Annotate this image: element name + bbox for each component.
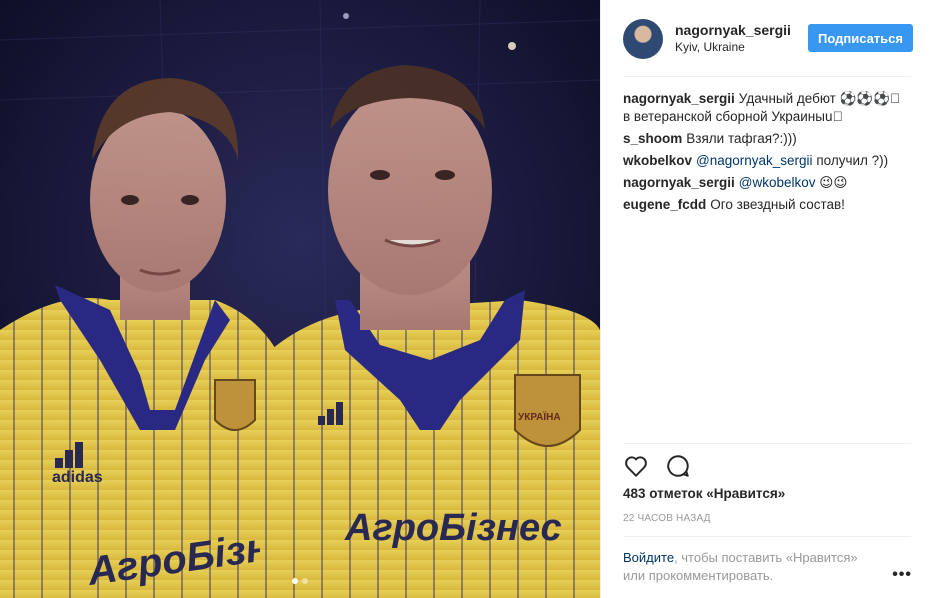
divider — [623, 76, 911, 77]
divider — [623, 443, 911, 444]
comments-list: nagornyak_sergii Удачный дебют ⚽⚽⚽  в вет… — [623, 90, 911, 218]
comment-text: 😉😉 — [815, 175, 848, 190]
comment-username[interactable]: eugene_fcdd — [623, 197, 706, 212]
post-container: adidas АгроБізнес УКРАЇНА АгроБізнес nag… — [0, 0, 932, 598]
follow-button[interactable]: Подписаться — [807, 24, 913, 52]
post-side-panel: nagornyak_sergii Kyiv, Ukraine Подписать… — [600, 0, 932, 598]
comment: nagornyak_sergii Удачный дебют ⚽⚽⚽  в вет… — [623, 90, 911, 126]
comment-username[interactable]: nagornyak_sergii — [623, 175, 735, 190]
likes-count[interactable]: 483 отметок «Нравится» — [623, 486, 785, 501]
more-options-button[interactable]: ••• — [892, 566, 912, 584]
comment: nagornyak_sergii @wkobelkov 😉😉 — [623, 174, 911, 192]
comment: eugene_fcdd Ого звездный состав! — [623, 196, 911, 214]
post-actions — [623, 453, 691, 479]
comment: s_shoom Взяли тафгая?:))) — [623, 130, 911, 148]
post-timestamp[interactable]: 22 часов назад — [623, 513, 711, 524]
comment-mention[interactable]: @nagornyak_sergii — [696, 153, 813, 168]
comment-icon[interactable] — [665, 453, 691, 479]
comment-text: Ого звездный состав! — [710, 197, 845, 212]
avatar[interactable] — [623, 19, 663, 59]
post-header: nagornyak_sergii Kyiv, Ukraine Подписать… — [623, 15, 913, 63]
post-photo[interactable]: adidas АгроБізнес УКРАЇНА АгроБізнес — [0, 0, 600, 598]
comment-text: получил ?)) — [812, 153, 889, 168]
comment-mention[interactable]: @wkobelkov — [739, 175, 816, 190]
comment-text: Взяли тафгая?:))) — [686, 131, 797, 146]
comment: wkobelkov @nagornyak_sergii получил ?)) — [623, 152, 911, 170]
comment-username[interactable]: nagornyak_sergii — [623, 91, 735, 106]
carousel-dot-2[interactable] — [302, 578, 308, 584]
user-info: nagornyak_sergii Kyiv, Ukraine — [675, 22, 791, 56]
heart-icon[interactable] — [623, 453, 649, 479]
comment-username[interactable]: s_shoom — [623, 131, 682, 146]
login-prompt: Войдите, чтобы поставить «Нравится» или … — [623, 549, 883, 585]
login-link[interactable]: Войдите — [623, 550, 674, 565]
divider — [623, 536, 911, 537]
carousel-dot-1[interactable] — [292, 578, 298, 584]
header-location[interactable]: Kyiv, Ukraine — [675, 39, 791, 56]
carousel-indicator[interactable] — [292, 578, 308, 584]
photo-illustration: adidas АгроБізнес УКРАЇНА АгроБізнес — [0, 0, 600, 598]
header-username[interactable]: nagornyak_sergii — [675, 22, 791, 39]
comment-username[interactable]: wkobelkov — [623, 153, 692, 168]
